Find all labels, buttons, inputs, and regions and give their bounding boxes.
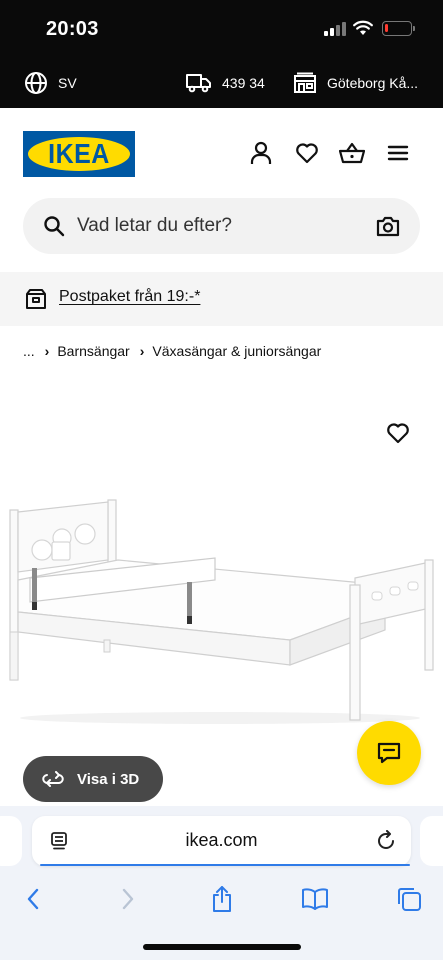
zip-code-label: 439 34 xyxy=(222,75,265,91)
url-text[interactable]: ikea.com xyxy=(32,830,411,851)
cellular-signal-icon xyxy=(324,22,346,36)
site-header: IKEA xyxy=(0,108,443,198)
address-bar[interactable]: ikea.com xyxy=(32,816,411,866)
package-icon xyxy=(26,289,46,309)
next-tab-preview[interactable] xyxy=(420,816,443,866)
previous-tab-preview[interactable] xyxy=(0,816,22,866)
truck-icon xyxy=(186,74,211,93)
tabs-icon[interactable] xyxy=(392,882,426,916)
wifi-icon xyxy=(353,20,373,36)
language-label: SV xyxy=(58,75,77,91)
chevron-right-icon: › xyxy=(44,343,50,359)
search-bar[interactable]: Vad letar du efter? xyxy=(23,198,420,254)
view-3d-label: Visa i 3D xyxy=(77,770,140,788)
location-info-bar: SV 439 34 Göteborg Kå... xyxy=(0,58,443,108)
battery-icon xyxy=(382,21,415,36)
view-3d-button[interactable]: Visa i 3D xyxy=(23,756,163,802)
rotate-3d-icon xyxy=(42,771,64,787)
back-icon[interactable] xyxy=(16,882,50,916)
store-label: Göteborg Kå... xyxy=(327,75,419,91)
status-bar: 20:03 xyxy=(0,0,443,58)
search-input[interactable]: Vad letar du efter? xyxy=(77,215,232,237)
bookmarks-icon[interactable] xyxy=(298,882,332,916)
breadcrumb: ... › Barnsängar › Växasängar & juniorsä… xyxy=(23,341,321,361)
basket-icon[interactable] xyxy=(339,140,365,166)
globe-icon xyxy=(25,72,47,94)
chevron-right-icon: › xyxy=(139,343,145,359)
chat-icon xyxy=(377,742,401,764)
forward-icon[interactable] xyxy=(111,882,145,916)
page-load-progress xyxy=(40,864,410,866)
store-selector[interactable]: Göteborg Kå... xyxy=(293,70,418,96)
product-image[interactable] xyxy=(0,490,443,730)
home-indicator xyxy=(143,944,301,950)
heart-icon[interactable] xyxy=(294,140,320,166)
battery-level xyxy=(385,24,388,32)
product-media: Visa i 3D xyxy=(0,380,443,810)
menu-icon[interactable] xyxy=(385,140,411,166)
favorite-heart-icon[interactable] xyxy=(386,421,410,445)
camera-icon[interactable] xyxy=(376,215,400,237)
language-selector[interactable]: SV xyxy=(24,70,77,96)
breadcrumb-item-barnsangar[interactable]: Barnsängar xyxy=(57,343,129,359)
promo-banner[interactable]: Postpaket från 19:-* xyxy=(0,272,443,326)
zip-code-selector[interactable]: 439 34 xyxy=(186,70,265,96)
reload-icon[interactable] xyxy=(375,830,397,852)
share-icon[interactable] xyxy=(205,882,239,916)
breadcrumb-item-vaxasangar[interactable]: Växasängar & juniorsängar xyxy=(152,343,321,359)
browser-toolbar: ikea.com xyxy=(0,806,443,960)
ikea-logo[interactable]: IKEA xyxy=(23,131,135,177)
chat-button[interactable] xyxy=(357,721,421,785)
logo-text: IKEA xyxy=(48,138,110,169)
breadcrumb-ellipsis[interactable]: ... xyxy=(23,343,35,359)
search-icon xyxy=(44,216,65,237)
status-time: 20:03 xyxy=(46,18,99,40)
user-icon[interactable] xyxy=(248,140,274,166)
promo-link[interactable]: Postpaket från 19:-* xyxy=(59,288,200,306)
browser-nav-row xyxy=(0,882,443,922)
store-icon xyxy=(294,72,316,93)
